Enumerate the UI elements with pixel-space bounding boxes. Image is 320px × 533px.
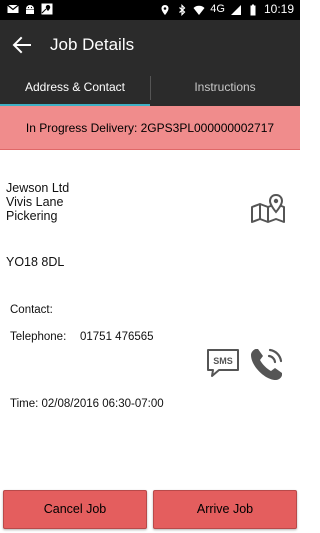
status-bar-right: 4G 10:19 [159,3,294,16]
status-bar-left [7,3,53,15]
maps-icon [41,3,53,15]
gmail-icon [7,4,19,13]
cancel-job-button[interactable]: Cancel Job [3,490,147,529]
arrive-job-button[interactable]: Arrive Job [153,490,297,529]
page-title: Job Details [50,35,135,54]
telephone-label: Telephone: [10,331,67,343]
delivery-status-text: In Progress Delivery: 2GPS3PL00000000271… [25,121,275,135]
signal-icon [230,4,241,15]
wifi-icon [193,5,205,15]
tab-label: Address & Contact [24,80,126,94]
contact-label: Contact: [10,304,53,316]
status-bar: 4G 10:19 [0,0,300,20]
tab-bar: Address & Contact Instructions [0,70,300,106]
address-line: Vivis Lane [6,195,64,209]
arrow-back-icon[interactable] [10,33,34,57]
sms-button[interactable]: SMS [205,347,241,379]
tab-instructions[interactable]: Instructions [150,70,300,106]
address-line: Pickering [6,209,58,223]
location-icon [161,4,169,15]
android-icon [26,5,34,14]
battery-icon [250,4,256,15]
network-type: 4G [210,3,225,15]
tab-label: Instructions [194,80,256,94]
address-block: Jewson Ltd Vivis Lane Pickering [6,181,69,223]
delivery-status-banner: In Progress Delivery: 2GPS3PL00000000271… [0,106,300,150]
app-bar: Job Details [0,20,300,70]
sms-label: SMS [213,356,233,366]
tab-address-contact[interactable]: Address & Contact [0,70,150,106]
telephone-value: 01751 476565 [80,331,154,343]
address-line: Jewson Ltd [6,181,70,195]
status-time: 10:19 [263,2,294,16]
delivery-time: Time: 02/08/2016 06:30-07:00 [10,398,164,410]
bluetooth-icon [179,3,186,16]
phone-call-icon[interactable] [247,344,287,384]
postcode: YO18 8DL [6,255,65,269]
map-pin-icon[interactable] [249,193,287,225]
